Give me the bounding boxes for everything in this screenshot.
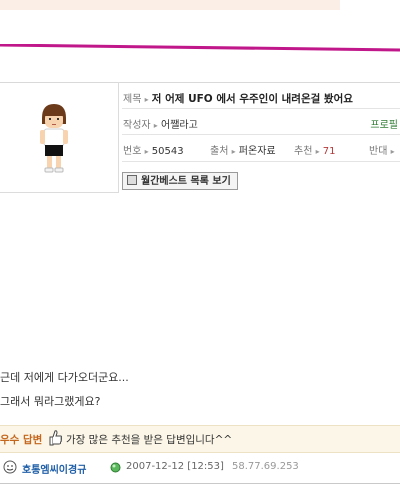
thumbs-up-icon [47,429,63,450]
arrow-right-icon: ▸ [315,147,320,156]
online-status-icon [110,462,121,476]
number-label: 번호 [123,146,142,157]
arrow-right-icon: ▸ [144,147,149,156]
answer-divider [0,483,400,484]
monthly-best-label: 월간베스트 목록 보기 [141,176,231,187]
recommend-label: 추천 [294,146,313,157]
emoticon-icon [2,459,18,478]
profile-link[interactable]: 프로필 [370,116,398,131]
author-label: 작성자 [123,120,151,131]
opposition-label: 반대 [369,146,388,157]
post-author[interactable]: 어쨀라고 [161,120,198,131]
avatar [40,104,68,173]
arrow-right-icon: ▸ [144,95,149,104]
best-answer-description: 가장 많은 추천을 받은 답변입니다^^ [66,434,233,446]
post-title-row: 제목 ▸ 저 어제 UFO 에서 우주인이 내려온걸 봤어요 [118,82,400,109]
post-title: 저 어제 UFO 에서 우주인이 내려온걸 봤어요 [151,93,353,105]
author-avatar-box [0,82,119,193]
source-label: 출처 [210,146,229,157]
post-meta-row: 번호 ▸ 50543 출처 ▸ 퍼온자료 추천 ▸ 71 반대 ▸ [118,134,400,161]
best-answer-label: 우수 답변 [0,434,43,446]
answer-author[interactable]: 호통엠씨이경규 [22,461,86,476]
title-label: 제목 [123,94,142,105]
answer-header-row: 호통엠씨이경규 2007-12-12 [12:53] 58.77.69.253 [0,451,400,483]
best-answer-bar: 우수 답변 가장 많은 추천을 받은 답변입니다^^ [0,425,400,453]
answer-ip: 58.77.69.253 [232,461,299,472]
post-number: 50543 [151,146,184,157]
arrow-right-icon: ▸ [390,147,395,156]
list-icon [127,175,137,185]
arrow-right-icon: ▸ [153,121,158,130]
monthly-best-list-button[interactable]: 월간베스트 목록 보기 [122,172,238,190]
arrow-right-icon: ▸ [231,147,236,156]
post-author-row: 작성자 ▸ 어쨀라고 프로필 [118,108,400,135]
recommend-count: 71 [322,146,336,157]
row-separator [122,161,400,162]
post-body-line: 근데 저에게 다가오더군요... [0,371,129,384]
magenta-divider [0,44,400,52]
post-source: 퍼온자료 [238,146,276,157]
answer-datetime: 2007-12-12 [12:53] [126,461,224,472]
top-banner-band [0,0,340,10]
post-body-line: 그래서 뭐라그랬게요? [0,395,101,408]
